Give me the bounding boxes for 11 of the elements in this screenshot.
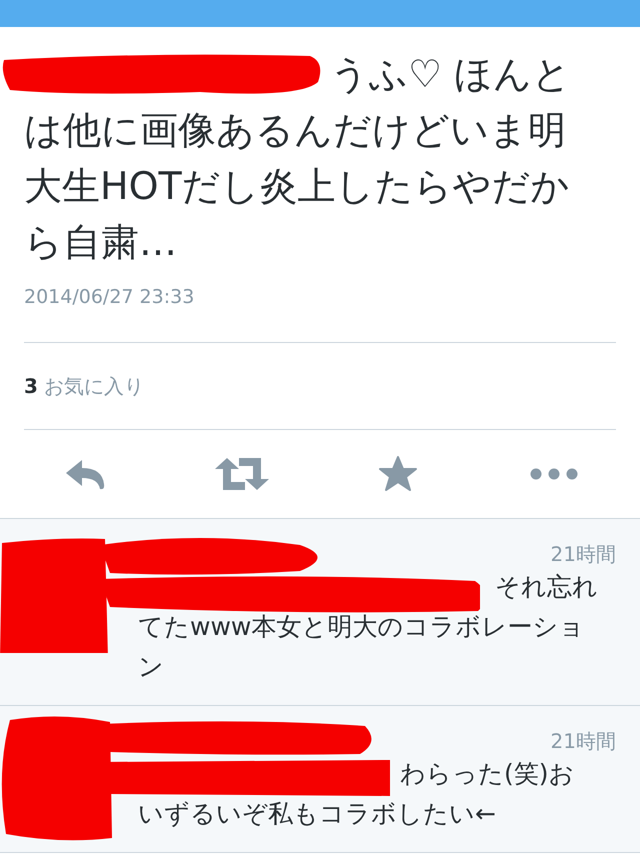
star-icon[interactable] (379, 456, 417, 492)
retweet-icon[interactable] (215, 456, 269, 492)
tweet-timestamp: 2014/06/27 23:33 (24, 286, 196, 310)
reply-text: わらった(笑)おいずるいぞ私もコラボしたい← (138, 758, 576, 830)
favorites-count: 3 (24, 374, 38, 398)
reply-timestamp: 21時間 (550, 541, 616, 567)
reply-timestamp: 21時間 (550, 728, 616, 754)
tweet-text: うふ♡ ほんとは他に画像あるんだけどいま明大生HOTだし炎上したらやだから自粛… (24, 51, 572, 266)
reply-text: それ忘れてたwww本女と明大のコラボレーション (138, 571, 599, 683)
more-icon[interactable] (530, 468, 578, 480)
favorites-label[interactable]: お気に入り (44, 372, 144, 400)
